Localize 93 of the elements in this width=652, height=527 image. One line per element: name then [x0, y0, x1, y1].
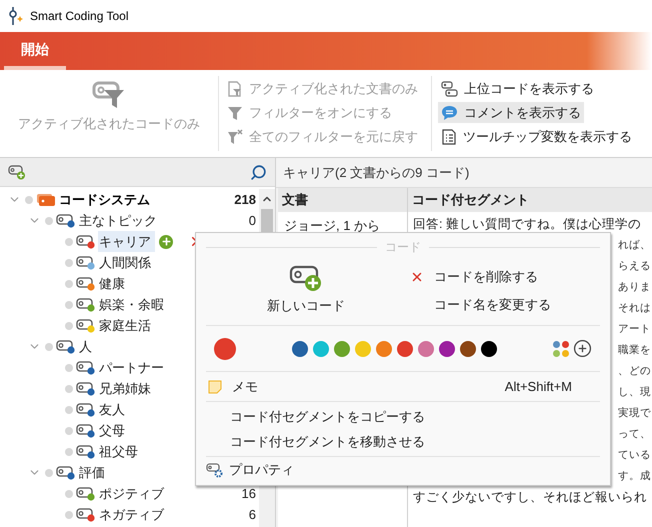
code-count: 218	[233, 190, 257, 209]
memo-icon	[208, 380, 222, 394]
menu-section-title: コード	[385, 239, 421, 256]
code-icon	[76, 360, 96, 374]
segment-text: アート	[618, 322, 651, 337]
segment-text: し、現	[618, 384, 651, 400]
app-logo-icon	[8, 7, 24, 25]
menu-item[interactable]: コード付セグメントをコピーする	[206, 404, 425, 429]
code-icon	[56, 340, 76, 354]
segment-text: 職業を	[618, 342, 651, 358]
add-color-icon[interactable]	[573, 339, 592, 358]
tree-item[interactable]: 父母	[98, 420, 129, 441]
segment-text: れば、	[618, 238, 651, 253]
color-swatch[interactable]	[355, 340, 371, 356]
color-swatch[interactable]	[460, 340, 476, 356]
column-header[interactable]: 文書	[278, 188, 408, 212]
color-swatch[interactable]	[292, 340, 308, 356]
comment-icon	[441, 104, 458, 120]
tree-item[interactable]: 人間関係	[98, 252, 155, 273]
segment-text: 回答: 難しい質問ですね。僕は心理学の	[413, 216, 641, 234]
list-document-icon	[441, 128, 457, 144]
new-code-icon	[289, 265, 323, 292]
tree-item[interactable]: 友人	[98, 399, 129, 420]
code-icon	[56, 214, 76, 228]
segment-text: すごく少ないですし、それほど報いられ	[413, 489, 647, 506]
current-color-swatch[interactable]	[214, 338, 236, 360]
view-option[interactable]: ツールチップ変数を表示する	[438, 126, 635, 147]
code-settings-icon	[206, 462, 223, 478]
segment-text: ている	[618, 448, 651, 463]
add-code-icon[interactable]	[159, 234, 173, 248]
code-count: 6	[248, 506, 257, 524]
search-icon[interactable]	[250, 164, 267, 180]
filter-icon	[227, 104, 243, 120]
code-icon	[76, 276, 96, 290]
window-title: Smart Coding Tool	[30, 8, 128, 25]
view-option[interactable]: 上位コードを表示する	[438, 78, 597, 99]
new-code-button[interactable]: 新しいコード	[206, 256, 406, 325]
filter-reset-icon	[227, 128, 243, 144]
color-swatch[interactable]	[418, 340, 434, 356]
code-icon	[76, 424, 96, 438]
code-icon	[76, 382, 96, 396]
menu-item[interactable]: コード名を変更する	[410, 294, 551, 314]
code-count: 0	[248, 212, 257, 230]
column-header[interactable]: コード付セグメント	[408, 188, 652, 212]
color-swatch[interactable]	[334, 340, 350, 356]
keyboard-shortcut: Alt+Shift+M	[504, 378, 572, 396]
tree-item[interactable]: 人	[78, 336, 96, 357]
document-filter-icon	[227, 80, 243, 96]
segment-text: ありま	[618, 280, 651, 295]
tree-item[interactable]: 祖父母	[98, 441, 142, 462]
tree-item[interactable]: ポジティブ	[98, 483, 168, 504]
more-colors-icon[interactable]	[552, 340, 570, 358]
table-cell: ジョージ, 1 から	[284, 218, 380, 233]
tree-item[interactable]: 娯楽・余暇	[98, 294, 168, 315]
tree-item[interactable]: 健康	[98, 273, 129, 294]
tree-item[interactable]: 家庭生活	[98, 315, 155, 336]
code-icon	[76, 318, 96, 332]
menu-item[interactable]: メモ	[232, 376, 258, 396]
new-code-icon[interactable]	[8, 164, 26, 180]
menu-item[interactable]: コード付セグメントを移動させる	[206, 429, 425, 454]
color-swatch[interactable]	[313, 340, 329, 356]
code-filter-icon	[92, 80, 126, 110]
code-icon	[76, 486, 96, 500]
tree-item[interactable]: ネガティブ	[98, 504, 168, 525]
color-swatch[interactable]	[439, 340, 455, 356]
segment-text: らえる	[618, 258, 651, 274]
color-swatch[interactable]	[397, 340, 413, 356]
code-system-icon	[36, 192, 56, 206]
code-icon	[76, 402, 96, 416]
tree-item[interactable]: コードシステム	[58, 189, 154, 210]
code-hierarchy-icon	[441, 80, 458, 96]
code-icon	[76, 298, 96, 312]
code-icon	[76, 508, 96, 522]
delete-code-item[interactable]: コードを削除する	[410, 266, 551, 286]
tree-item[interactable]: 主なトピック	[78, 210, 161, 231]
code-icon	[76, 444, 96, 458]
color-swatch[interactable]	[376, 340, 392, 356]
tree-item[interactable]: パートナー	[98, 357, 168, 378]
segment-text: 、どの	[618, 364, 651, 379]
view-option[interactable]: コメントを表示する	[438, 102, 584, 123]
code-count: 16	[240, 484, 257, 503]
code-icon	[76, 234, 96, 248]
tree-item[interactable]: 兄弟姉妹	[98, 378, 155, 399]
color-swatch[interactable]	[481, 340, 497, 356]
segment-text: 実現で	[618, 406, 651, 421]
menu-item[interactable]: プロパティ	[229, 460, 294, 480]
tree-item[interactable]: キャリア	[98, 231, 155, 252]
code-icon	[76, 256, 96, 270]
segment-text: それは	[618, 300, 651, 316]
segment-text: す。成	[618, 468, 651, 484]
tree-item[interactable]: 評価	[78, 462, 109, 483]
segment-text: って、	[618, 426, 651, 442]
code-icon	[56, 466, 76, 480]
